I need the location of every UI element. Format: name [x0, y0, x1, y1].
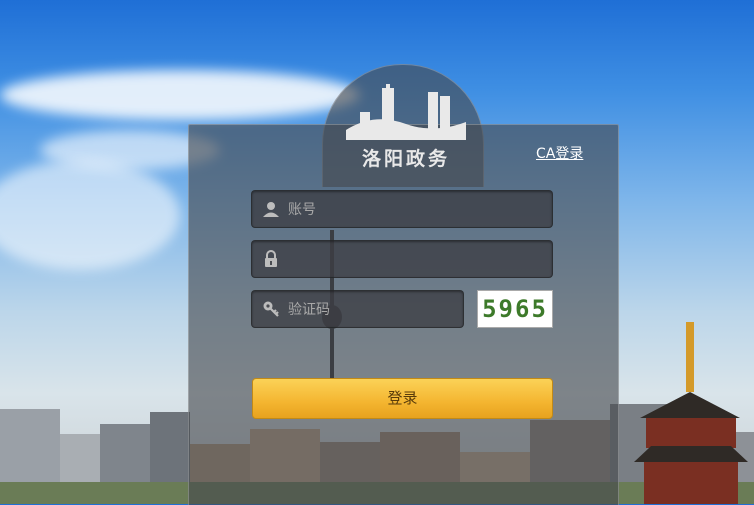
- key-icon: [263, 301, 279, 317]
- captcha-image[interactable]: 5965: [477, 290, 553, 328]
- password-input[interactable]: [286, 241, 546, 279]
- account-input[interactable]: [286, 191, 546, 229]
- pagoda: [686, 322, 694, 392]
- lock-icon: [265, 250, 277, 267]
- brand-title: 洛阳政务: [361, 148, 450, 170]
- city-logo-icon: [346, 84, 466, 140]
- cloud: [0, 160, 180, 270]
- user-icon: [263, 202, 279, 217]
- password-field[interactable]: [251, 240, 553, 279]
- cloud: [0, 70, 360, 120]
- ca-login-link[interactable]: CA登录: [536, 143, 583, 163]
- captcha-field[interactable]: [251, 290, 464, 329]
- login-button[interactable]: 登录: [252, 378, 553, 419]
- account-field[interactable]: [251, 190, 553, 229]
- captcha-input[interactable]: [286, 291, 457, 329]
